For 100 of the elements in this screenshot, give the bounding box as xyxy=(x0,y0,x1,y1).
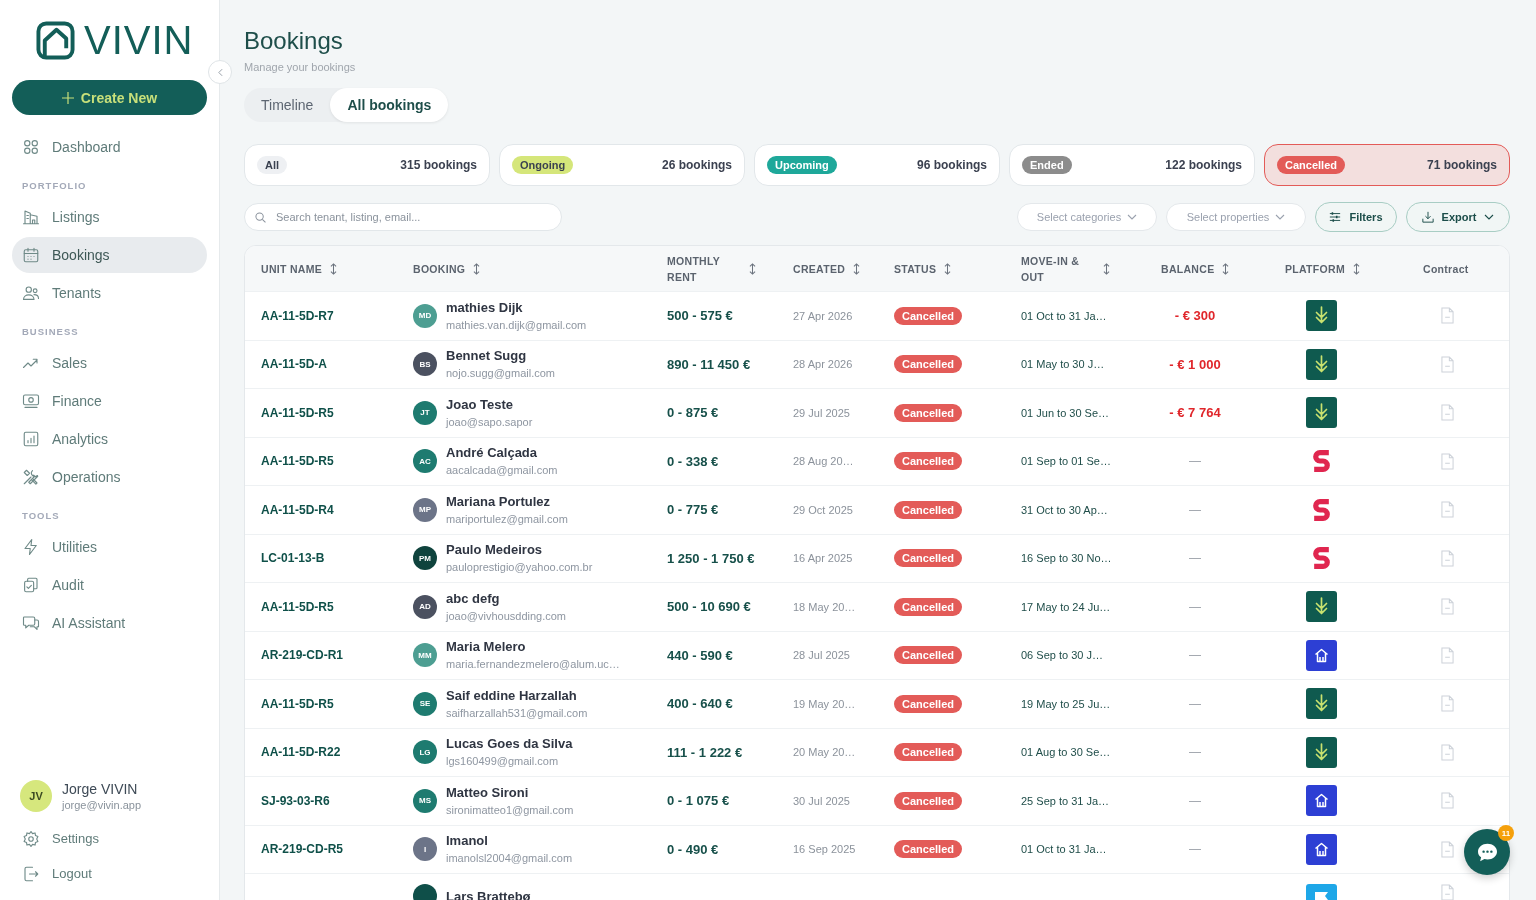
search-field[interactable]: Search tenant, listing, email... xyxy=(244,203,562,231)
create-new-button[interactable]: Create New xyxy=(12,80,207,115)
sidebar-item[interactable]: Finance xyxy=(12,383,207,419)
balance-amount: - € 300 xyxy=(1174,308,1216,324)
move-in-out-dates: 17 May to 24 Ju… xyxy=(1021,600,1111,613)
monthly-rent: 1 250 - 1 750 € xyxy=(667,550,755,566)
move-in-out-dates: 01 Oct to 31 Ja… xyxy=(1021,843,1107,856)
monthly-rent: 890 - 11 450 € xyxy=(667,356,751,372)
status-badge: Cancelled xyxy=(894,403,962,422)
sidebar-item[interactable]: Dashboard xyxy=(12,129,207,165)
s-logo-icon xyxy=(1313,547,1330,570)
sort-icon[interactable] xyxy=(473,262,481,275)
column-header[interactable]: UNIT NAME xyxy=(261,260,323,277)
tenant-name: Imanol xyxy=(446,833,489,849)
tenant-name: Maria Melero xyxy=(446,639,527,655)
chevron-down-icon xyxy=(1275,214,1286,220)
tenant-avatar: PM xyxy=(413,546,437,571)
sidebar-item[interactable]: Bookings xyxy=(12,237,207,273)
tools-icon xyxy=(22,468,40,486)
nav-section-heading: PORTFOLIO xyxy=(22,180,88,192)
plus-icon xyxy=(61,91,74,104)
monthly-rent: 0 - 1 075 € xyxy=(667,793,730,809)
monthly-rent: 0 - 775 € xyxy=(667,502,719,518)
nav-section-heading: BUSINESS xyxy=(22,326,80,338)
bar-chart-icon xyxy=(22,430,40,448)
tenant-name: Joao Teste xyxy=(446,396,514,412)
tenant-email: lgs160499@gmail.com xyxy=(446,754,560,769)
sidebar-item[interactable]: Analytics xyxy=(12,421,207,457)
sidebar-item[interactable]: Sales xyxy=(12,345,207,381)
status-filter-card[interactable]: Cancelled 71 bookings xyxy=(1264,144,1510,186)
column-header[interactable]: BOOKING xyxy=(413,260,466,277)
status-filter-card[interactable]: Ended 122 bookings xyxy=(1009,144,1255,186)
sort-icon[interactable] xyxy=(1103,262,1110,275)
tenant-email: mathies.van.dijk@gmail.com xyxy=(446,317,587,332)
status-badge: All xyxy=(257,156,288,174)
sort-icon[interactable] xyxy=(853,262,861,275)
column-header[interactable]: PLATFORM xyxy=(1285,260,1345,277)
sort-icon[interactable] xyxy=(330,262,338,275)
sort-icon[interactable] xyxy=(749,262,756,275)
file-icon xyxy=(1441,404,1454,422)
column-header[interactable]: STATUS xyxy=(894,260,937,277)
export-button[interactable]: Export xyxy=(1406,202,1510,232)
sort-icon[interactable] xyxy=(1352,262,1360,275)
status-badge: Cancelled xyxy=(894,840,962,859)
move-in-out-dates: 01 Jun to 30 Se… xyxy=(1021,406,1110,419)
sidebar-item[interactable]: AI Assistant xyxy=(12,605,207,641)
file-icon xyxy=(1441,355,1454,373)
balance-amount: — xyxy=(1189,696,1201,711)
status-filter-card[interactable]: Upcoming 96 bookings xyxy=(754,144,1000,186)
file-icon xyxy=(1441,646,1454,664)
tenant-name: Saif eddine Harzallah xyxy=(446,687,578,703)
move-in-out-dates: 31 Oct to 30 Ap… xyxy=(1021,503,1108,516)
created-date: 28 Apr 2026 xyxy=(793,358,853,371)
sort-icon[interactable] xyxy=(1222,262,1230,275)
filters-button[interactable]: Filters xyxy=(1315,202,1397,232)
sort-icon[interactable] xyxy=(944,262,952,275)
tenant-avatar: AD xyxy=(413,594,437,619)
status-badge: Cancelled xyxy=(894,355,962,374)
sidebar-link[interactable]: Logout xyxy=(12,857,207,890)
user-avatar: JV xyxy=(20,780,52,812)
tenant-avatar: MM xyxy=(413,643,437,668)
balance-amount: — xyxy=(1189,745,1201,760)
status-badge: Upcoming xyxy=(767,156,837,174)
unit-name: AA-11-5D-R22 xyxy=(261,745,341,760)
search-icon xyxy=(255,212,266,223)
column-header[interactable]: CREATED xyxy=(793,260,846,277)
sidebar-item[interactable]: Utilities xyxy=(12,529,207,565)
tenant-avatar: LG xyxy=(413,740,437,765)
created-date: 16 Apr 2025 xyxy=(793,552,853,565)
balance-amount: — xyxy=(1189,551,1201,566)
lightning-icon xyxy=(22,538,40,556)
column-header[interactable]: MOVE-IN & OUT xyxy=(1021,252,1095,285)
sidebar-item[interactable]: Audit xyxy=(12,567,207,603)
move-in-out-dates: 01 Oct to 31 Ja… xyxy=(1021,309,1107,322)
sidebar-item[interactable]: Tenants xyxy=(12,275,207,311)
sidebar-item[interactable]: Operations xyxy=(12,459,207,495)
grid-icon xyxy=(22,138,40,156)
tenant-avatar: BS xyxy=(413,352,437,377)
booking-count: 122 bookings xyxy=(1165,158,1242,172)
created-date: 20 May 20… xyxy=(793,746,856,759)
created-date: 18 May 20… xyxy=(793,600,856,613)
unit-name: SJ-93-03-R6 xyxy=(261,793,330,808)
status-filter-card[interactable]: All 315 bookings xyxy=(244,144,490,186)
file-icon xyxy=(1441,452,1454,470)
status-badge: Cancelled xyxy=(894,306,962,325)
tenant-name: Matteo Sironi xyxy=(446,784,530,800)
clipboard-check-icon xyxy=(22,576,40,594)
column-header[interactable]: MONTHLY RENT xyxy=(667,252,741,285)
monthly-rent: 500 - 575 € xyxy=(667,308,733,324)
status-filter-card[interactable]: Ongoing 26 bookings xyxy=(499,144,745,186)
column-header[interactable]: BALANCE xyxy=(1161,260,1215,277)
balance-amount: — xyxy=(1189,599,1201,614)
view-tab[interactable]: All bookings xyxy=(330,88,449,122)
user-name: Jorge VIVIN xyxy=(62,780,139,798)
move-in-out-dates: 16 Sep to 30 No… xyxy=(1021,552,1112,565)
created-date: 30 Jul 2025 xyxy=(793,794,850,807)
created-date: 28 Jul 2025 xyxy=(793,649,850,662)
sidebar-link[interactable]: Settings xyxy=(12,822,207,855)
sidebar-item[interactable]: Listings xyxy=(12,199,207,235)
view-tab[interactable]: Timeline xyxy=(244,88,331,122)
